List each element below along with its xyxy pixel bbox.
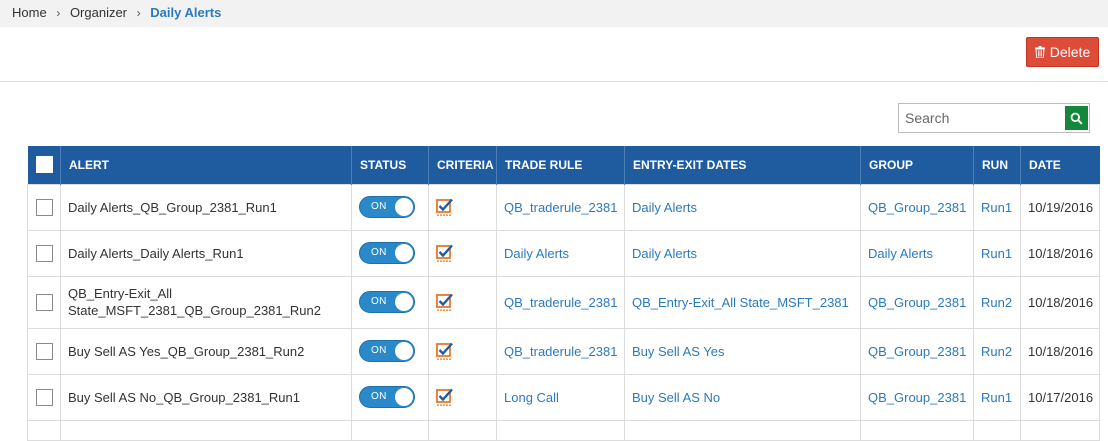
header-criteria[interactable]: CRITERIA [428,146,497,184]
criteria-icon[interactable] [436,387,454,407]
table-row: QB_Entry-Exit_All State_MSFT_2381_QB_Gro… [27,275,1100,329]
alert-name: Daily Alerts_QB_Group_2381_Run1 [60,183,352,231]
entry-exit-link[interactable]: Daily Alerts [632,246,697,261]
breadcrumb: Home › Organizer › Daily Alerts [0,0,1108,27]
table-row: Daily Alerts_Daily Alerts_Run1 ON Daily … [27,229,1100,277]
run-link[interactable]: Run2 [981,295,1012,310]
alert-name: Daily Alerts_Daily Alerts_Run1 [60,229,352,277]
header-group[interactable]: GROUP [860,146,974,184]
status-toggle[interactable]: ON [359,386,415,408]
trade-rule-link[interactable]: QB_traderule_2381 [504,344,617,359]
criteria-icon[interactable] [436,197,454,217]
header-run[interactable]: RUN [973,146,1021,184]
date-cell: 10/18/2016 [1020,275,1100,329]
entry-exit-link[interactable]: Buy Sell AS Yes [632,344,725,359]
status-toggle[interactable]: ON [359,242,415,264]
date-cell: 10/18/2016 [1020,327,1100,375]
toggle-label: ON [371,345,387,356]
trash-icon [1034,46,1045,58]
run-link[interactable]: Run2 [981,344,1012,359]
group-link[interactable]: QB_Group_2381 [868,200,966,215]
date-cell: 10/19/2016 [1020,183,1100,231]
group-link[interactable]: Daily Alerts [868,246,933,261]
run-link[interactable]: Run1 [981,200,1012,215]
trade-rule-link[interactable]: Daily Alerts [504,246,569,261]
table-row: Daily Alerts_QB_Group_2381_Run1 ON QB_tr… [27,183,1100,231]
chevron-right-icon: › [56,5,61,20]
group-link[interactable]: QB_Group_2381 [868,295,966,310]
header-status[interactable]: STATUS [351,146,429,184]
delete-button-label: Delete [1049,44,1091,60]
table-row [27,419,1100,441]
group-link[interactable]: QB_Group_2381 [868,344,966,359]
run-link[interactable]: Run1 [981,390,1012,405]
select-all-checkbox[interactable] [35,156,53,174]
toolbar: Delete [0,27,1108,82]
toggle-knob [395,244,413,262]
table-row: Buy Sell AS No_QB_Group_2381_Run1 ON Lon… [27,373,1100,421]
delete-button[interactable]: Delete [1026,37,1099,67]
toggle-label: ON [371,247,387,258]
criteria-icon[interactable] [436,243,454,263]
trade-rule-link[interactable]: QB_traderule_2381 [504,295,617,310]
search-button[interactable] [1065,106,1088,130]
table-header-row: ALERT STATUS CRITERIA TRADE RULE ENTRY-E… [27,146,1100,184]
search-icon [1070,112,1083,125]
alerts-table: ALERT STATUS CRITERIA TRADE RULE ENTRY-E… [27,146,1100,441]
select-all-cell [27,146,61,184]
entry-exit-link[interactable]: QB_Entry-Exit_All State_MSFT_2381 [632,295,849,310]
header-alert[interactable]: ALERT [60,146,352,184]
date-cell: 10/17/2016 [1020,373,1100,421]
header-entry-exit-dates[interactable]: ENTRY-EXIT DATES [624,146,861,184]
toggle-knob [395,198,413,216]
header-date[interactable]: DATE [1020,146,1100,184]
group-link[interactable]: QB_Group_2381 [868,390,966,405]
toggle-knob [395,388,413,406]
table-row: Buy Sell AS Yes_QB_Group_2381_Run2 ON QB… [27,327,1100,375]
breadcrumb-organizer[interactable]: Organizer [70,5,127,20]
status-toggle[interactable]: ON [359,196,415,218]
search-box [898,103,1090,133]
run-link[interactable]: Run1 [981,246,1012,261]
status-toggle[interactable]: ON [359,291,415,313]
search-input[interactable] [899,104,1063,132]
row-checkbox[interactable] [35,342,53,360]
alert-name: Buy Sell AS No_QB_Group_2381_Run1 [60,373,352,421]
toggle-label: ON [371,391,387,402]
row-checkbox[interactable] [35,198,53,216]
alert-name: Buy Sell AS Yes_QB_Group_2381_Run2 [60,327,352,375]
row-checkbox[interactable] [35,293,53,311]
entry-exit-link[interactable]: Daily Alerts [632,200,697,215]
trade-rule-link[interactable]: Long Call [504,390,559,405]
status-toggle[interactable]: ON [359,340,415,362]
alert-name: QB_Entry-Exit_All State_MSFT_2381_QB_Gro… [60,275,352,329]
chevron-right-icon: › [136,5,141,20]
entry-exit-link[interactable]: Buy Sell AS No [632,390,720,405]
toggle-knob [395,342,413,360]
date-cell: 10/18/2016 [1020,229,1100,277]
toggle-label: ON [371,296,387,307]
breadcrumb-current: Daily Alerts [150,5,222,21]
trade-rule-link[interactable]: QB_traderule_2381 [504,200,617,215]
toggle-label: ON [371,201,387,212]
criteria-icon[interactable] [436,292,454,312]
criteria-icon[interactable] [436,341,454,361]
row-checkbox[interactable] [35,388,53,406]
toggle-knob [395,293,413,311]
breadcrumb-home[interactable]: Home [12,5,47,20]
row-checkbox[interactable] [35,244,53,262]
header-trade-rule[interactable]: TRADE RULE [496,146,625,184]
